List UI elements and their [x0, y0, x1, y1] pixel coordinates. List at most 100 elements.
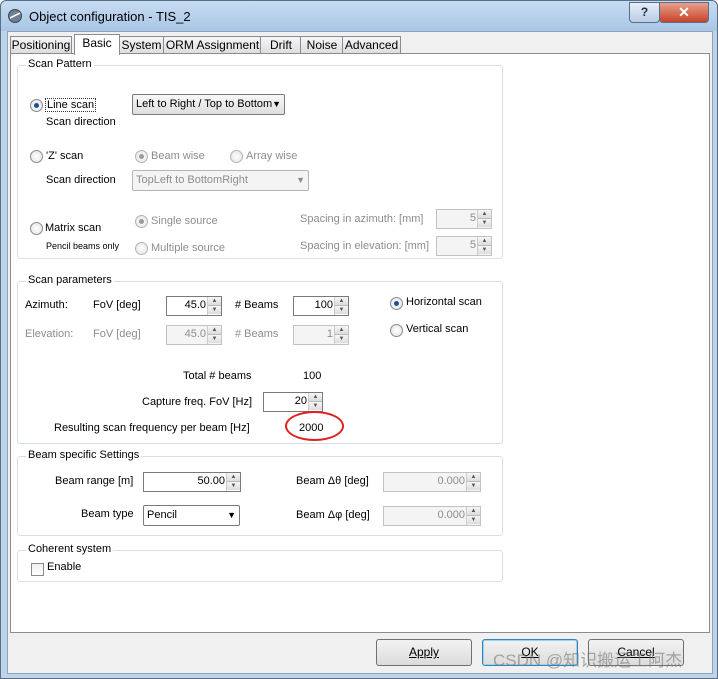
- arrow-up-icon[interactable]: ▲: [335, 297, 348, 306]
- z-scan-label: 'Z' scan: [46, 150, 84, 162]
- chevron-down-icon: ▼: [227, 510, 236, 520]
- tab-system[interactable]: System: [118, 36, 165, 54]
- azimuth-fov-spinner[interactable]: 45.0 ▲ ▼: [166, 296, 222, 316]
- z-scan-radio[interactable]: [30, 150, 43, 163]
- z-scan-direction-value: TopLeft to BottomRight: [136, 174, 248, 186]
- beam-wise-label: Beam wise: [151, 150, 205, 162]
- arrow-down-icon[interactable]: ▼: [208, 335, 221, 343]
- line-scan-direction-value: Left to Right / Top to Bottom: [136, 98, 273, 110]
- azimuth-beams-value: 100: [314, 299, 333, 311]
- arrow-down-icon[interactable]: ▼: [335, 335, 348, 343]
- beam-range-spinner[interactable]: 50.00 ▲ ▼: [143, 472, 241, 492]
- tab-advanced[interactable]: Advanced: [342, 36, 401, 54]
- beam-dtheta-value: 0.000: [437, 475, 465, 487]
- vertical-scan-radio[interactable]: [390, 324, 403, 337]
- watermark: CSDN @知识搬运工阿杰: [493, 651, 683, 670]
- arrow-up-icon[interactable]: ▲: [478, 237, 491, 246]
- spinner-buttons: ▲ ▼: [207, 297, 221, 315]
- tab-drift[interactable]: Drift: [260, 36, 302, 54]
- spacing-elevation-spinner[interactable]: 5 ▲ ▼: [436, 236, 492, 256]
- apply-button[interactable]: Apply: [376, 639, 472, 666]
- single-source-radio[interactable]: [135, 215, 148, 228]
- tab-positioning[interactable]: Positioning: [10, 36, 72, 54]
- elevation-beams-value: 1: [326, 328, 333, 340]
- matrix-scan-radio[interactable]: [30, 222, 43, 235]
- beam-wise-radio[interactable]: [135, 150, 148, 163]
- line-scan-direction-combo[interactable]: Left to Right / Top to Bottom ▼: [132, 94, 285, 115]
- scan-parameters-label: Scan parameters: [26, 274, 114, 286]
- horizontal-scan-label: Horizontal scan: [406, 296, 482, 308]
- spinner-buttons: ▲ ▼: [466, 507, 480, 525]
- capture-freq-spinner[interactable]: 20 ▲ ▼: [263, 392, 323, 412]
- arrow-up-icon[interactable]: ▲: [227, 473, 240, 482]
- chevron-down-icon: ▼: [272, 99, 281, 109]
- spinner-buttons: ▲ ▼: [466, 473, 480, 491]
- arrow-down-icon[interactable]: ▼: [467, 482, 480, 490]
- capture-freq-value: 20: [294, 395, 307, 407]
- arrow-down-icon[interactable]: ▼: [309, 402, 322, 410]
- tab-noise[interactable]: Noise: [300, 36, 344, 54]
- scan-pattern-label: Scan Pattern: [26, 58, 94, 70]
- close-button[interactable]: ✕: [659, 2, 709, 23]
- spinner-buttons: ▲ ▼: [334, 326, 348, 344]
- spinner-buttons: ▲ ▼: [207, 326, 221, 344]
- arrow-down-icon[interactable]: ▼: [227, 482, 240, 490]
- elevation-fov-value: 45.0: [184, 328, 206, 340]
- pencil-beams-only-note: Pencil beams only: [46, 241, 120, 251]
- coherent-system-label: Coherent system: [26, 543, 114, 555]
- arrow-up-icon[interactable]: ▲: [309, 393, 322, 402]
- enable-checkbox[interactable]: [31, 563, 44, 576]
- spacing-azimuth-spinner[interactable]: 5 ▲ ▼: [436, 209, 492, 229]
- z-scan-direction-label: Scan direction: [46, 174, 116, 186]
- tab-basic[interactable]: Basic: [74, 34, 120, 55]
- spinner-buttons: ▲ ▼: [477, 210, 491, 228]
- elevation-fov-label: FoV [deg]: [93, 328, 141, 340]
- arrow-down-icon[interactable]: ▼: [478, 246, 491, 254]
- window-title: Object configuration - TIS_2: [29, 9, 191, 24]
- line-scan-direction-label: Scan direction: [46, 116, 116, 128]
- spacing-azimuth-value: 5: [469, 212, 476, 224]
- multiple-source-radio[interactable]: [135, 242, 148, 255]
- annotation-circle: [285, 411, 344, 441]
- arrow-up-icon[interactable]: ▲: [335, 326, 348, 335]
- array-wise-radio[interactable]: [230, 150, 243, 163]
- arrow-down-icon[interactable]: ▼: [478, 219, 491, 227]
- vertical-scan-label: Vertical scan: [406, 323, 469, 335]
- basic-tab-page: Scan Pattern Line scan Scan direction Le…: [10, 53, 710, 633]
- elevation-beams-spinner[interactable]: 1 ▲ ▼: [293, 325, 349, 345]
- spacing-elevation-value: 5: [469, 239, 476, 251]
- capture-freq-label: Capture freq. FoV [Hz]: [142, 396, 253, 408]
- beam-dphi-value: 0.000: [437, 509, 465, 521]
- spinner-buttons: ▲ ▼: [334, 297, 348, 315]
- azimuth-beams-spinner[interactable]: 100 ▲ ▼: [293, 296, 349, 316]
- arrow-down-icon[interactable]: ▼: [208, 306, 221, 314]
- elevation-label: Elevation:: [25, 328, 74, 340]
- arrow-down-icon[interactable]: ▼: [335, 306, 348, 314]
- beam-range-value: 50.00: [197, 475, 225, 487]
- beam-type-combo[interactable]: Pencil ▼: [143, 505, 240, 526]
- elevation-fov-spinner[interactable]: 45.0 ▲ ▼: [166, 325, 222, 345]
- matrix-scan-label: Matrix scan: [45, 222, 102, 234]
- title-bar: Object configuration - TIS_2 ? ✕: [1, 1, 717, 31]
- chevron-down-icon: ▼: [296, 175, 305, 185]
- tab-orm-assignment[interactable]: ORM Assignment: [163, 36, 262, 54]
- arrow-up-icon[interactable]: ▲: [208, 326, 221, 335]
- arrow-up-icon[interactable]: ▲: [478, 210, 491, 219]
- enable-label: Enable: [47, 561, 82, 573]
- arrow-up-icon[interactable]: ▲: [467, 507, 480, 516]
- beam-dtheta-spinner[interactable]: 0.000 ▲ ▼: [383, 472, 481, 492]
- horizontal-scan-radio[interactable]: [390, 297, 403, 310]
- help-button[interactable]: ?: [629, 2, 660, 23]
- arrow-up-icon[interactable]: ▲: [467, 473, 480, 482]
- arrow-up-icon[interactable]: ▲: [208, 297, 221, 306]
- array-wise-label: Array wise: [246, 150, 298, 162]
- line-scan-radio[interactable]: [30, 99, 43, 112]
- multiple-source-label: Multiple source: [151, 242, 225, 254]
- beam-dphi-label: Beam Δφ [deg]: [296, 509, 370, 521]
- arrow-down-icon[interactable]: ▼: [467, 516, 480, 524]
- azimuth-beams-label: # Beams: [235, 299, 279, 311]
- azimuth-fov-label: FoV [deg]: [93, 299, 141, 311]
- beam-dphi-spinner[interactable]: 0.000 ▲ ▼: [383, 506, 481, 526]
- beam-dtheta-label: Beam Δθ [deg]: [296, 475, 369, 487]
- z-scan-direction-combo[interactable]: TopLeft to BottomRight ▼: [132, 170, 309, 191]
